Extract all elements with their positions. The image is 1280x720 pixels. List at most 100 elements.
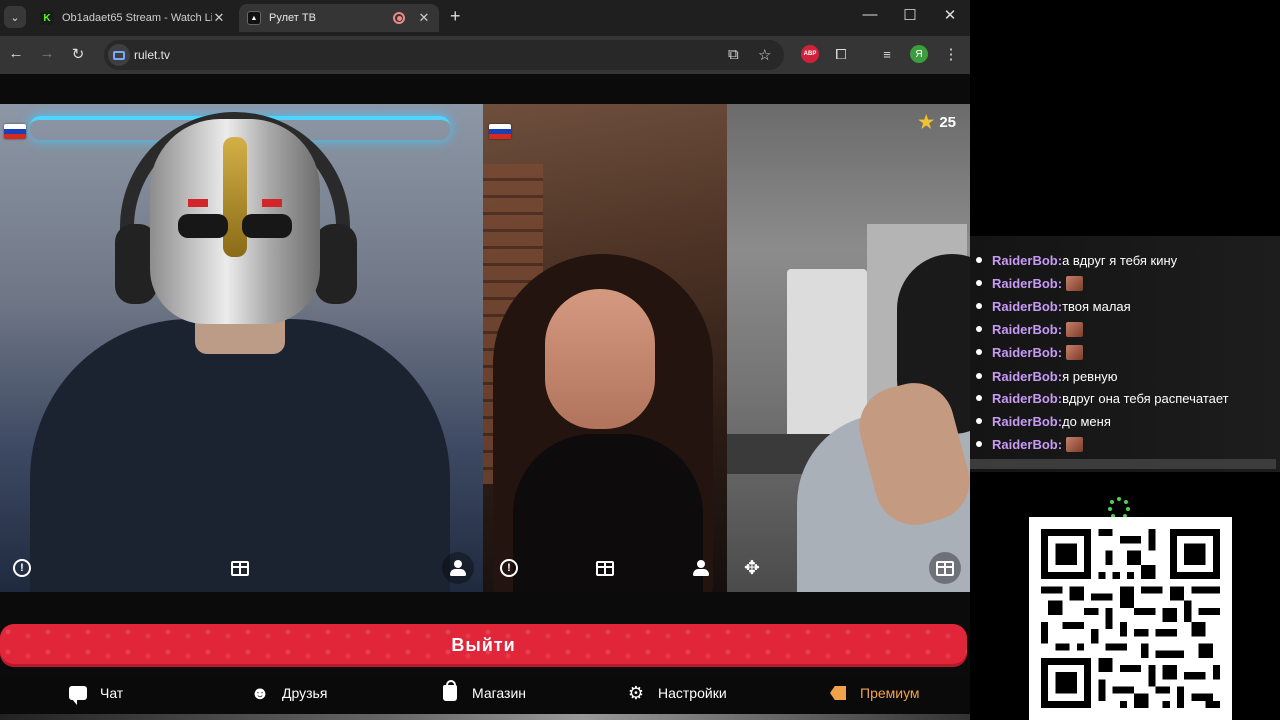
- address-bar[interactable]: rulet.tv ⧉ ☆: [104, 40, 784, 70]
- extensions-puzzle-icon[interactable]: ⧠: [832, 45, 850, 63]
- bookmark-star-icon[interactable]: ☆: [758, 46, 771, 64]
- nav-friends-label: Друзья: [282, 685, 328, 701]
- chat-message: RaiderBob: а вдруг я тебя кину: [974, 250, 1177, 270]
- emote-icon: [1066, 321, 1084, 337]
- chat-message: RaiderBob: до меня: [974, 411, 1111, 431]
- report-icon[interactable]: !: [497, 556, 521, 580]
- stars-counter: ★ 25: [918, 112, 956, 133]
- menu-kebab-icon[interactable]: ⋮: [942, 45, 960, 63]
- back-icon[interactable]: ←: [6, 45, 26, 62]
- gift-icon[interactable]: [228, 556, 252, 580]
- chat-username: RaiderBob:: [992, 436, 1063, 452]
- recording-icon: [393, 12, 405, 24]
- shop-icon: [440, 680, 460, 702]
- chat-username: RaiderBob:: [992, 368, 1063, 384]
- mask-red-accent: [188, 199, 208, 207]
- gift-icon[interactable]: [929, 552, 961, 584]
- gear-icon: ⚙: [627, 682, 645, 703]
- tag-icon: [828, 684, 848, 702]
- exit-button-label: Выйти: [451, 635, 516, 655]
- nav-settings[interactable]: ⚙ Настройки: [626, 682, 727, 703]
- close-window-icon[interactable]: ✕: [935, 6, 965, 24]
- stream-chat-overlay: RaiderBob: а вдруг я тебя кину RaiderBob…: [970, 0, 1280, 720]
- rulet-icon: ▲: [247, 11, 261, 25]
- tab-rulet-tv[interactable]: ▲ Рулет ТВ ✕: [239, 4, 439, 32]
- chat-message: RaiderBob:: [974, 319, 1084, 339]
- close-tab-icon[interactable]: ✕: [417, 10, 431, 26]
- new-tab-button[interactable]: +: [450, 7, 461, 25]
- bullet-icon: [976, 303, 982, 309]
- bullet-icon: [976, 373, 982, 379]
- minimize-icon[interactable]: —: [855, 6, 885, 23]
- close-tab-icon[interactable]: ✕: [212, 10, 226, 26]
- emote-icon: [1066, 275, 1084, 291]
- qr-code: [1029, 517, 1232, 720]
- video-tile-1: !: [0, 104, 483, 592]
- chat-panel: RaiderBob: а вдруг я тебя кину RaiderBob…: [970, 236, 1280, 472]
- media-controls-icon[interactable]: ≡: [878, 45, 896, 63]
- adblock-plus-icon[interactable]: ABP: [801, 45, 819, 63]
- chat-text: до меня: [1062, 413, 1111, 429]
- install-app-icon[interactable]: ⧉: [728, 46, 739, 63]
- stars-count: 25: [939, 114, 956, 131]
- chat-username: RaiderBob:: [992, 252, 1063, 268]
- profile-icon[interactable]: [689, 556, 713, 580]
- chat-username: RaiderBob:: [992, 413, 1063, 429]
- exit-button[interactable]: Выйти: [0, 624, 967, 667]
- profile-icon[interactable]: [442, 552, 474, 584]
- nav-chat-label: Чат: [100, 685, 124, 701]
- nav-premium[interactable]: Премиум: [828, 684, 920, 702]
- nav-chat[interactable]: Чат: [68, 684, 124, 705]
- forward-icon[interactable]: →: [37, 45, 57, 62]
- headset-earcup: [315, 224, 357, 304]
- mask-red-accent: [262, 199, 282, 207]
- chat-icon: [68, 684, 88, 705]
- profile-avatar[interactable]: Я: [910, 45, 928, 63]
- chat-username: RaiderBob:: [992, 344, 1063, 360]
- nav-shop[interactable]: Магазин: [440, 680, 526, 702]
- bullet-icon: [976, 418, 982, 424]
- emote-icon: [1066, 344, 1084, 360]
- rulet-page: ! ! ★ 25 ✥ Выйти Чат ☻ Друзья Магазин ⚙ …: [0, 74, 970, 720]
- mask-gold-stripe: [223, 137, 247, 257]
- friends-icon: ☻: [250, 682, 270, 703]
- bullet-icon: [976, 349, 982, 355]
- bullet-icon: [976, 441, 982, 447]
- browser-toolbar: ← → ↻ rulet.tv ⧉ ☆ ABP ⧠ ≡ Я ⋮: [0, 36, 970, 74]
- chat-message: RaiderBob: я ревную: [974, 366, 1118, 386]
- person-torso: [30, 319, 450, 592]
- emote-icon: [1066, 436, 1084, 452]
- gift-icon[interactable]: [593, 556, 617, 580]
- bullet-icon: [976, 280, 982, 286]
- silver-mask: [150, 119, 320, 324]
- video-tile-2: !: [483, 104, 727, 592]
- qr-code-pattern: [1041, 529, 1220, 708]
- chat-username: RaiderBob:: [992, 321, 1063, 337]
- nav-settings-label: Настройки: [658, 685, 727, 701]
- chat-message: RaiderBob:: [974, 273, 1084, 293]
- bullet-icon: [976, 395, 982, 401]
- russia-flag-icon: [489, 124, 511, 139]
- tab-kick-stream[interactable]: K Ob1adaet65 Stream - Watch Li ✕: [32, 4, 234, 32]
- report-icon[interactable]: !: [10, 556, 34, 580]
- chat-scrolled-line: [976, 236, 1176, 242]
- chat-message: RaiderBob:: [974, 434, 1084, 454]
- bullet-icon: [976, 326, 982, 332]
- maximize-icon[interactable]: ☐: [895, 6, 925, 24]
- chat-message: RaiderBob:: [974, 342, 1084, 362]
- mask-eye: [178, 214, 228, 238]
- chat-message: RaiderBob: вдруг она тебя распечатает: [974, 388, 1229, 408]
- chat-text: я ревную: [1062, 368, 1118, 384]
- reload-icon[interactable]: ↻: [68, 45, 88, 63]
- game-controller-icon[interactable]: ✥: [740, 556, 764, 580]
- chat-message: RaiderBob: твоя малая: [974, 296, 1131, 316]
- tab-search-chevron-icon[interactable]: ⌄: [4, 6, 26, 28]
- site-info-icon[interactable]: [108, 44, 130, 66]
- chat-username: RaiderBob:: [992, 298, 1063, 314]
- video-tile-3: ★ 25 ✥: [727, 104, 970, 592]
- tab-bar: ⌄ K Ob1adaet65 Stream - Watch Li ✕ ▲ Рул…: [0, 0, 970, 36]
- nav-friends[interactable]: ☻ Друзья: [250, 682, 328, 703]
- chat-text: а вдруг я тебя кину: [1062, 252, 1178, 268]
- person-face: [545, 289, 655, 429]
- chat-text: вдруг она тебя распечатает: [1062, 390, 1229, 406]
